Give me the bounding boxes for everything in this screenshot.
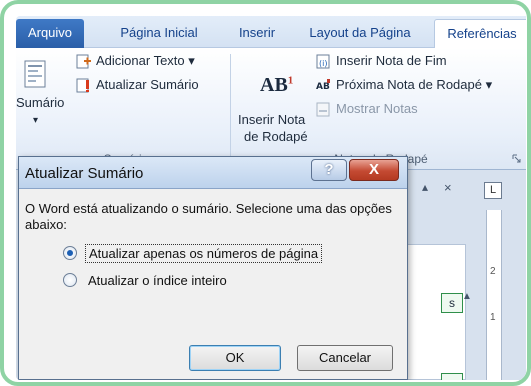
panel-close-icon[interactable]: × (444, 180, 452, 195)
atualizar-sumario-button[interactable]: Atualizar Sumário (76, 76, 236, 96)
heading-marker[interactable]: s (441, 293, 463, 313)
ribbon-tab-bar: Arquivo Página Inicial Inserir Layout da… (16, 16, 526, 49)
inserir-nota-fim-button[interactable]: (i) Inserir Nota de Fim (316, 52, 496, 72)
proxima-nota-label: Próxima Nota de Rodapé ▾ (336, 77, 493, 92)
dialog-titlebar[interactable]: Atualizar Sumário ? X (19, 157, 407, 189)
table-of-contents-icon (24, 60, 46, 88)
ruler-mark: 2 (490, 266, 496, 277)
option-page-numbers[interactable]: Atualizar apenas os números de página (63, 242, 323, 264)
svg-text:(i): (i) (319, 59, 327, 68)
inserir-nota-fim-label: Inserir Nota de Fim (336, 53, 447, 68)
mostrar-notas-button: Mostrar Notas (316, 100, 476, 120)
inserir-nota-line1: Inserir Nota (238, 112, 306, 127)
dialog-title: Atualizar Sumário (25, 165, 144, 182)
help-button[interactable]: ? (311, 159, 347, 181)
ribbon-references: Sumário ▾ Adicionar Texto ▾ Atualizar Su… (16, 48, 526, 170)
screenshot-frame: Arquivo Página Inicial Inserir Layout da… (0, 0, 531, 386)
tab-inserir[interactable]: Inserir (228, 19, 286, 48)
svg-text:AB: AB (316, 82, 330, 92)
mostrar-notas-label: Mostrar Notas (336, 101, 418, 116)
word-window: Arquivo Página Inicial Inserir Layout da… (16, 16, 526, 380)
dialog-message: O Word está atualizando o sumário. Selec… (25, 201, 392, 232)
vertical-ruler: 2 1 (486, 210, 502, 380)
ruler-toggle-button[interactable]: L (484, 182, 502, 199)
add-text-icon (76, 54, 91, 69)
atualizar-sumario-label: Atualizar Sumário (96, 77, 199, 92)
next-footnote-icon: AB (316, 79, 330, 92)
tab-referencias[interactable]: Referências (434, 19, 526, 49)
tab-layout-da-pagina[interactable]: Layout da Página (296, 19, 424, 48)
footnote-icon: AB1 (260, 74, 293, 97)
cancel-button[interactable]: Cancelar (297, 345, 393, 371)
ruler-mark: 1 (490, 312, 496, 323)
option-entire-table[interactable]: Atualizar o índice inteiro (63, 269, 230, 291)
atualizar-sumario-dialog: Atualizar Sumário ? X O Word está atuali… (18, 156, 408, 380)
update-table-icon (76, 78, 89, 93)
ok-button[interactable]: OK (189, 345, 281, 371)
tab-pagina-inicial[interactable]: Página Inicial (100, 19, 218, 48)
group-separator (230, 54, 231, 166)
footnote-icon-letters: AB (260, 74, 288, 96)
adicionar-texto-label: Adicionar Texto ▾ (96, 53, 195, 68)
radio-button[interactable] (63, 246, 77, 260)
inserir-nota-rodape-button[interactable]: AB1 Inserir Nota de Rodapé (234, 48, 308, 148)
endnote-icon: (i) (316, 54, 330, 69)
sumario-button[interactable]: Sumário ▾ (16, 48, 64, 148)
proxima-nota-rodape-button[interactable]: AB Próxima Nota de Rodapé ▾ (316, 76, 526, 96)
radio-button[interactable] (63, 273, 77, 287)
sumario-label: Sumário (16, 95, 65, 110)
tab-arquivo[interactable]: Arquivo (16, 19, 84, 48)
show-notes-icon (316, 102, 330, 117)
scroll-up-icon[interactable]: ▲ (462, 291, 472, 302)
option-label: Atualizar o índice inteiro (88, 272, 227, 288)
sumario-dropdown-icon: ▾ (33, 115, 39, 126)
dialog-launcher-icon[interactable] (512, 154, 522, 164)
close-button[interactable]: X (349, 159, 399, 181)
heading-marker[interactable]: s (441, 373, 463, 380)
inserir-nota-line2: de Rodapé (244, 129, 308, 144)
adicionar-texto-button[interactable]: Adicionar Texto ▾ (76, 52, 236, 72)
footnote-icon-number: 1 (287, 74, 294, 87)
panel-arrow-icon[interactable]: ▴ (422, 180, 428, 194)
option-label: Atualizar apenas os números de página (85, 243, 323, 263)
